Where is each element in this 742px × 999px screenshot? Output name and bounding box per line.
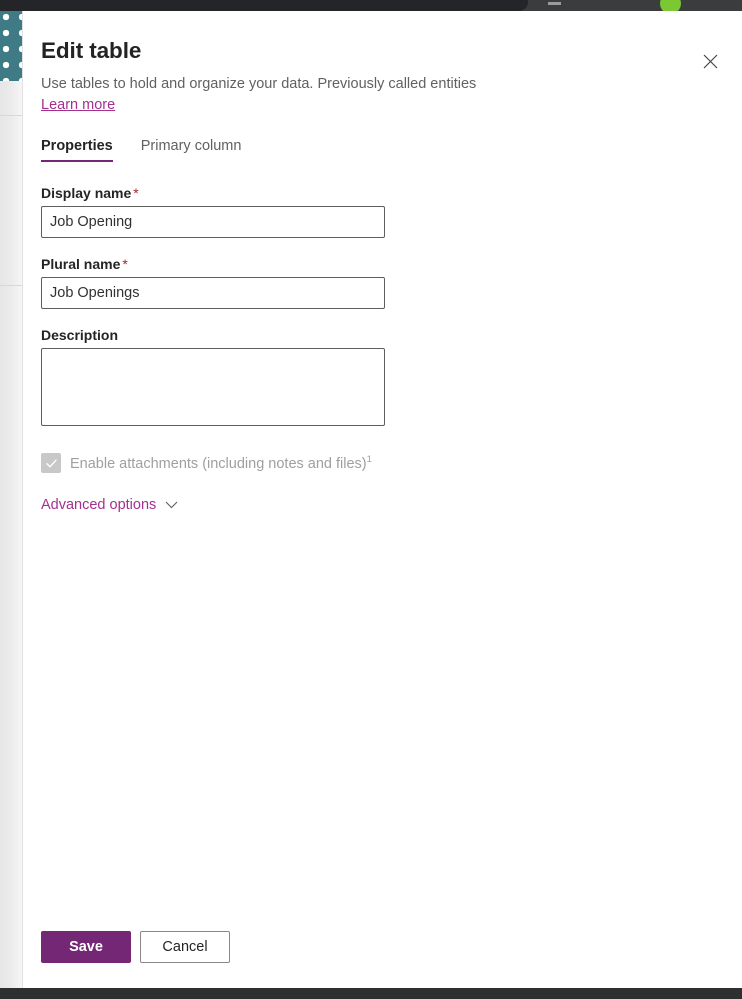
plural-name-label-text: Plural name (41, 256, 121, 272)
enable-attachments-row[interactable]: Enable attachments (including notes and … (41, 453, 724, 473)
description-label-text: Description (41, 327, 119, 343)
advanced-options-toggle[interactable]: Advanced options (41, 497, 178, 513)
panel-header: Edit table Use tables to hold and organi… (23, 11, 742, 114)
panel-tabs: Properties Primary column (23, 138, 742, 162)
chevron-down-icon (165, 501, 178, 509)
enable-attachments-checkbox (41, 453, 61, 473)
enable-attachments-label: Enable attachments (including notes and … (70, 454, 372, 472)
browser-chrome (0, 0, 742, 14)
window-bottom-strip (0, 988, 742, 999)
required-indicator: * (122, 256, 128, 272)
plural-name-field-group: Plural name * (41, 256, 724, 309)
tab-primary-column[interactable]: Primary column (141, 138, 242, 162)
advanced-options-label: Advanced options (41, 497, 157, 513)
minimize-icon[interactable] (548, 2, 561, 5)
rail-divider (0, 115, 22, 116)
checkmark-icon (45, 459, 57, 467)
display-name-label: Display name * (41, 185, 724, 201)
display-name-label-text: Display name (41, 185, 132, 201)
browser-tab[interactable] (0, 0, 528, 11)
learn-more-link[interactable]: Learn more (41, 97, 115, 113)
page-title: Edit table (41, 38, 142, 63)
display-name-field-group: Display name * (41, 185, 724, 238)
tab-properties[interactable]: Properties (41, 138, 113, 162)
banner-pattern-decoration (0, 11, 22, 81)
panel-subtitle: Use tables to hold and organize your dat… (41, 76, 477, 92)
rail-divider (0, 285, 22, 286)
display-name-input[interactable] (41, 206, 385, 238)
app-left-rail (0, 11, 22, 988)
required-indicator: * (133, 185, 139, 201)
description-textarea[interactable] (41, 348, 385, 426)
edit-table-panel: Edit table Use tables to hold and organi… (22, 11, 742, 988)
enable-attachments-label-text: Enable attachments (including notes and … (70, 455, 367, 472)
save-button[interactable]: Save (41, 931, 131, 963)
footnote-marker: 1 (366, 454, 372, 466)
description-field-group: Description (41, 327, 724, 431)
cancel-button[interactable]: Cancel (140, 931, 230, 963)
plural-name-label: Plural name * (41, 256, 724, 272)
plural-name-input[interactable] (41, 277, 385, 309)
description-label: Description (41, 327, 724, 343)
panel-footer: Save Cancel (23, 931, 742, 988)
close-icon[interactable] (694, 45, 726, 77)
panel-body: Display name* Plural name* Description (23, 185, 742, 931)
